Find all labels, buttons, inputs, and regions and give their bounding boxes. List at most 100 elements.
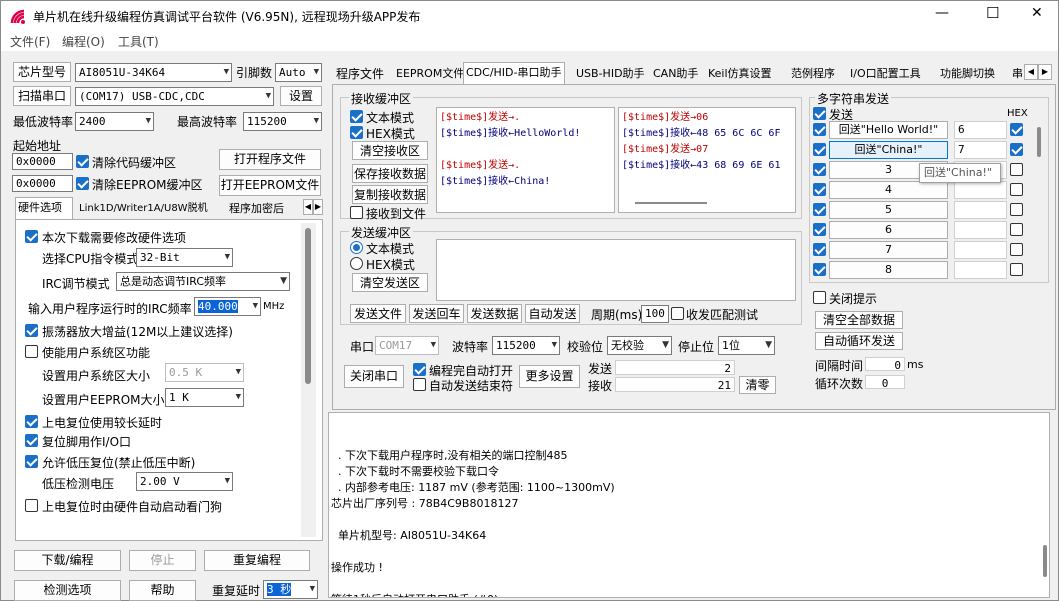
sys-area-size-select[interactable]: 0.5 K ▼ <box>165 363 244 382</box>
port-select[interactable]: (COM17) USB-CDC,CDC ▼ <box>75 87 274 106</box>
multi-send-row-hex-checkbox[interactable] <box>1010 123 1023 136</box>
multi-send-row-index-input[interactable] <box>954 181 1007 199</box>
multi-send-row-checkbox[interactable] <box>813 243 826 256</box>
reset-io-checkbox[interactable] <box>25 434 38 447</box>
tab-encryption[interactable]: 程序加密后 <box>227 199 303 219</box>
multi-send-row-hex-checkbox[interactable] <box>1010 223 1023 236</box>
multi-send-row-hex-checkbox[interactable] <box>1010 143 1023 156</box>
rx-to-file-checkbox[interactable] <box>350 206 363 219</box>
multi-send-row-index-input[interactable]: 7 <box>954 141 1007 159</box>
scrollbar-thumb[interactable] <box>305 228 311 384</box>
log-scrollbar-thumb[interactable] <box>1043 545 1047 577</box>
multi-send-row-index-input[interactable] <box>954 221 1007 239</box>
multi-send-row-index-input[interactable]: 6 <box>954 121 1007 139</box>
reprogram-button[interactable]: 重复编程 <box>204 550 310 571</box>
maximize-button[interactable]: ☐ <box>986 4 999 22</box>
code-address-input[interactable]: 0x0000 <box>12 153 73 170</box>
tab-serial-assistant[interactable]: CDC/HID-串口助手 <box>463 62 565 84</box>
stop-button[interactable]: 停止 <box>129 550 196 571</box>
max-baud-select[interactable]: 115200 ▼ <box>243 112 322 131</box>
tab-can[interactable]: CAN助手 <box>651 64 700 84</box>
copy-rx-button[interactable]: 复制接收数据 <box>352 185 428 204</box>
tab-scroll-right-button[interactable]: ▶ <box>313 199 323 215</box>
auto-end-checkbox[interactable] <box>413 378 426 391</box>
interval-input[interactable]: 0 <box>865 357 905 371</box>
low-volt-select[interactable]: 2.00 V ▼ <box>136 472 233 491</box>
multi-send-row-hex-checkbox[interactable] <box>1010 243 1023 256</box>
stop-bits-select[interactable]: 1位 ▼ <box>718 336 775 355</box>
multi-send-row-checkbox[interactable] <box>813 123 826 136</box>
osc-gain-checkbox[interactable] <box>25 324 38 337</box>
tab-io-config[interactable]: I/O口配置工具 <box>848 64 923 84</box>
repeat-delay-select[interactable]: 3 秒 ▼ <box>263 580 318 599</box>
multi-send-row-button[interactable]: 6 <box>829 221 948 239</box>
close-button[interactable]: ✕ <box>1031 5 1043 21</box>
more-settings-button[interactable]: 更多设置 <box>519 365 580 388</box>
multi-send-row-button[interactable]: 5 <box>829 201 948 219</box>
user-sys-area-checkbox[interactable] <box>25 345 38 358</box>
watchdog-checkbox[interactable] <box>25 499 38 512</box>
min-baud-select[interactable]: 2400 ▼ <box>75 112 154 131</box>
tx-text-mode-radio[interactable] <box>350 241 363 254</box>
send-file-button[interactable]: 发送文件 <box>350 304 406 323</box>
clear-count-button[interactable]: 清零 <box>739 376 776 394</box>
menu-program[interactable]: 编程(O) <box>62 33 105 50</box>
multi-send-row-checkbox[interactable] <box>813 183 826 196</box>
minimize-button[interactable]: — <box>935 5 949 21</box>
clear-code-checkbox[interactable] <box>76 155 89 168</box>
download-program-button[interactable]: 下载/编程 <box>14 550 121 571</box>
auto-loop-button[interactable]: 自动循环发送 <box>815 332 903 350</box>
auto-send-button[interactable]: 自动发送 <box>525 304 580 323</box>
serial-port-select[interactable]: COM17 ▼ <box>375 336 439 355</box>
tab-serial-more[interactable]: 串 <box>1010 64 1024 84</box>
tx-input-area[interactable] <box>436 239 796 301</box>
send-data-button[interactable]: 发送数据 <box>467 304 522 323</box>
multi-send-row-hex-checkbox[interactable] <box>1010 203 1023 216</box>
clear-eeprom-checkbox[interactable] <box>76 177 89 190</box>
pin-count-select[interactable]: Auto ▼ <box>275 63 322 82</box>
tab-program-file[interactable]: 程序文件 <box>334 64 386 84</box>
eeprom-size-select[interactable]: 1 K ▼ <box>165 388 244 407</box>
period-input[interactable]: 100 <box>641 305 669 323</box>
close-port-button[interactable]: 关闭串口 <box>344 365 404 388</box>
rx-text-area[interactable]: [$time$]发送→. [$time$]接收←HelloWorld! [$ti… <box>436 107 615 213</box>
irc-freq-select[interactable]: 40.000 ▼ <box>194 297 261 316</box>
multi-send-row-checkbox[interactable] <box>813 263 826 276</box>
need-modify-checkbox[interactable] <box>25 230 38 243</box>
multi-send-row-checkbox[interactable] <box>813 143 826 156</box>
settings-button[interactable]: 设置 <box>280 86 322 106</box>
menu-tools[interactable]: 工具(T) <box>118 33 159 50</box>
open-program-file-button[interactable]: 打开程序文件 <box>219 149 321 170</box>
tab-hardware-options[interactable]: 硬件选项 <box>15 197 73 219</box>
rx-hex-area[interactable]: [$time$]发送→06 [$time$]接收←48 65 6C 6C 6F … <box>618 107 796 213</box>
eeprom-address-input[interactable]: 0x0000 <box>12 175 73 192</box>
auto-open-checkbox[interactable] <box>413 363 426 376</box>
multi-send-row-hex-checkbox[interactable] <box>1010 163 1023 176</box>
multi-send-row-button[interactable]: 7 <box>829 241 948 259</box>
multi-send-row-button[interactable]: 回送"Hello World!" <box>829 121 948 139</box>
tx-hex-mode-radio[interactable] <box>350 257 363 270</box>
hardware-options-scrollbar[interactable] <box>301 223 316 537</box>
send-enter-button[interactable]: 发送回车 <box>409 304 464 323</box>
chip-model-button[interactable]: 芯片型号 <box>13 62 71 82</box>
multi-send-all-checkbox[interactable] <box>813 107 826 120</box>
multi-send-row-button[interactable]: 回送"China!" <box>829 141 948 159</box>
parity-select[interactable]: 无校验 ▼ <box>607 336 672 355</box>
check-options-button[interactable]: 检测选项 <box>14 580 121 601</box>
save-rx-button[interactable]: 保存接收数据 <box>352 164 428 183</box>
multi-send-row-index-input[interactable] <box>954 241 1007 259</box>
tab-keil-sim[interactable]: Keil仿真设置 <box>706 64 774 84</box>
main-tab-scroll-left-button[interactable]: ◀ <box>1024 64 1038 80</box>
multi-send-row-hex-checkbox[interactable] <box>1010 263 1023 276</box>
rx-hex-mode-checkbox[interactable] <box>350 126 363 139</box>
rx-text-mode-checkbox[interactable] <box>350 110 363 123</box>
menu-file[interactable]: 文件(F) <box>10 33 50 50</box>
multi-send-row-button[interactable]: 4 <box>829 181 948 199</box>
match-test-checkbox[interactable] <box>671 307 684 320</box>
clear-rx-button[interactable]: 清空接收区 <box>352 141 428 160</box>
close-tip-checkbox[interactable] <box>813 291 826 304</box>
baud-select[interactable]: 115200 ▼ <box>492 336 560 355</box>
multi-send-scrollbar[interactable] <box>1032 121 1047 276</box>
cpu-cmd-select[interactable]: 32-Bit ▼ <box>136 248 233 267</box>
tab-examples[interactable]: 范例程序 <box>789 64 837 84</box>
